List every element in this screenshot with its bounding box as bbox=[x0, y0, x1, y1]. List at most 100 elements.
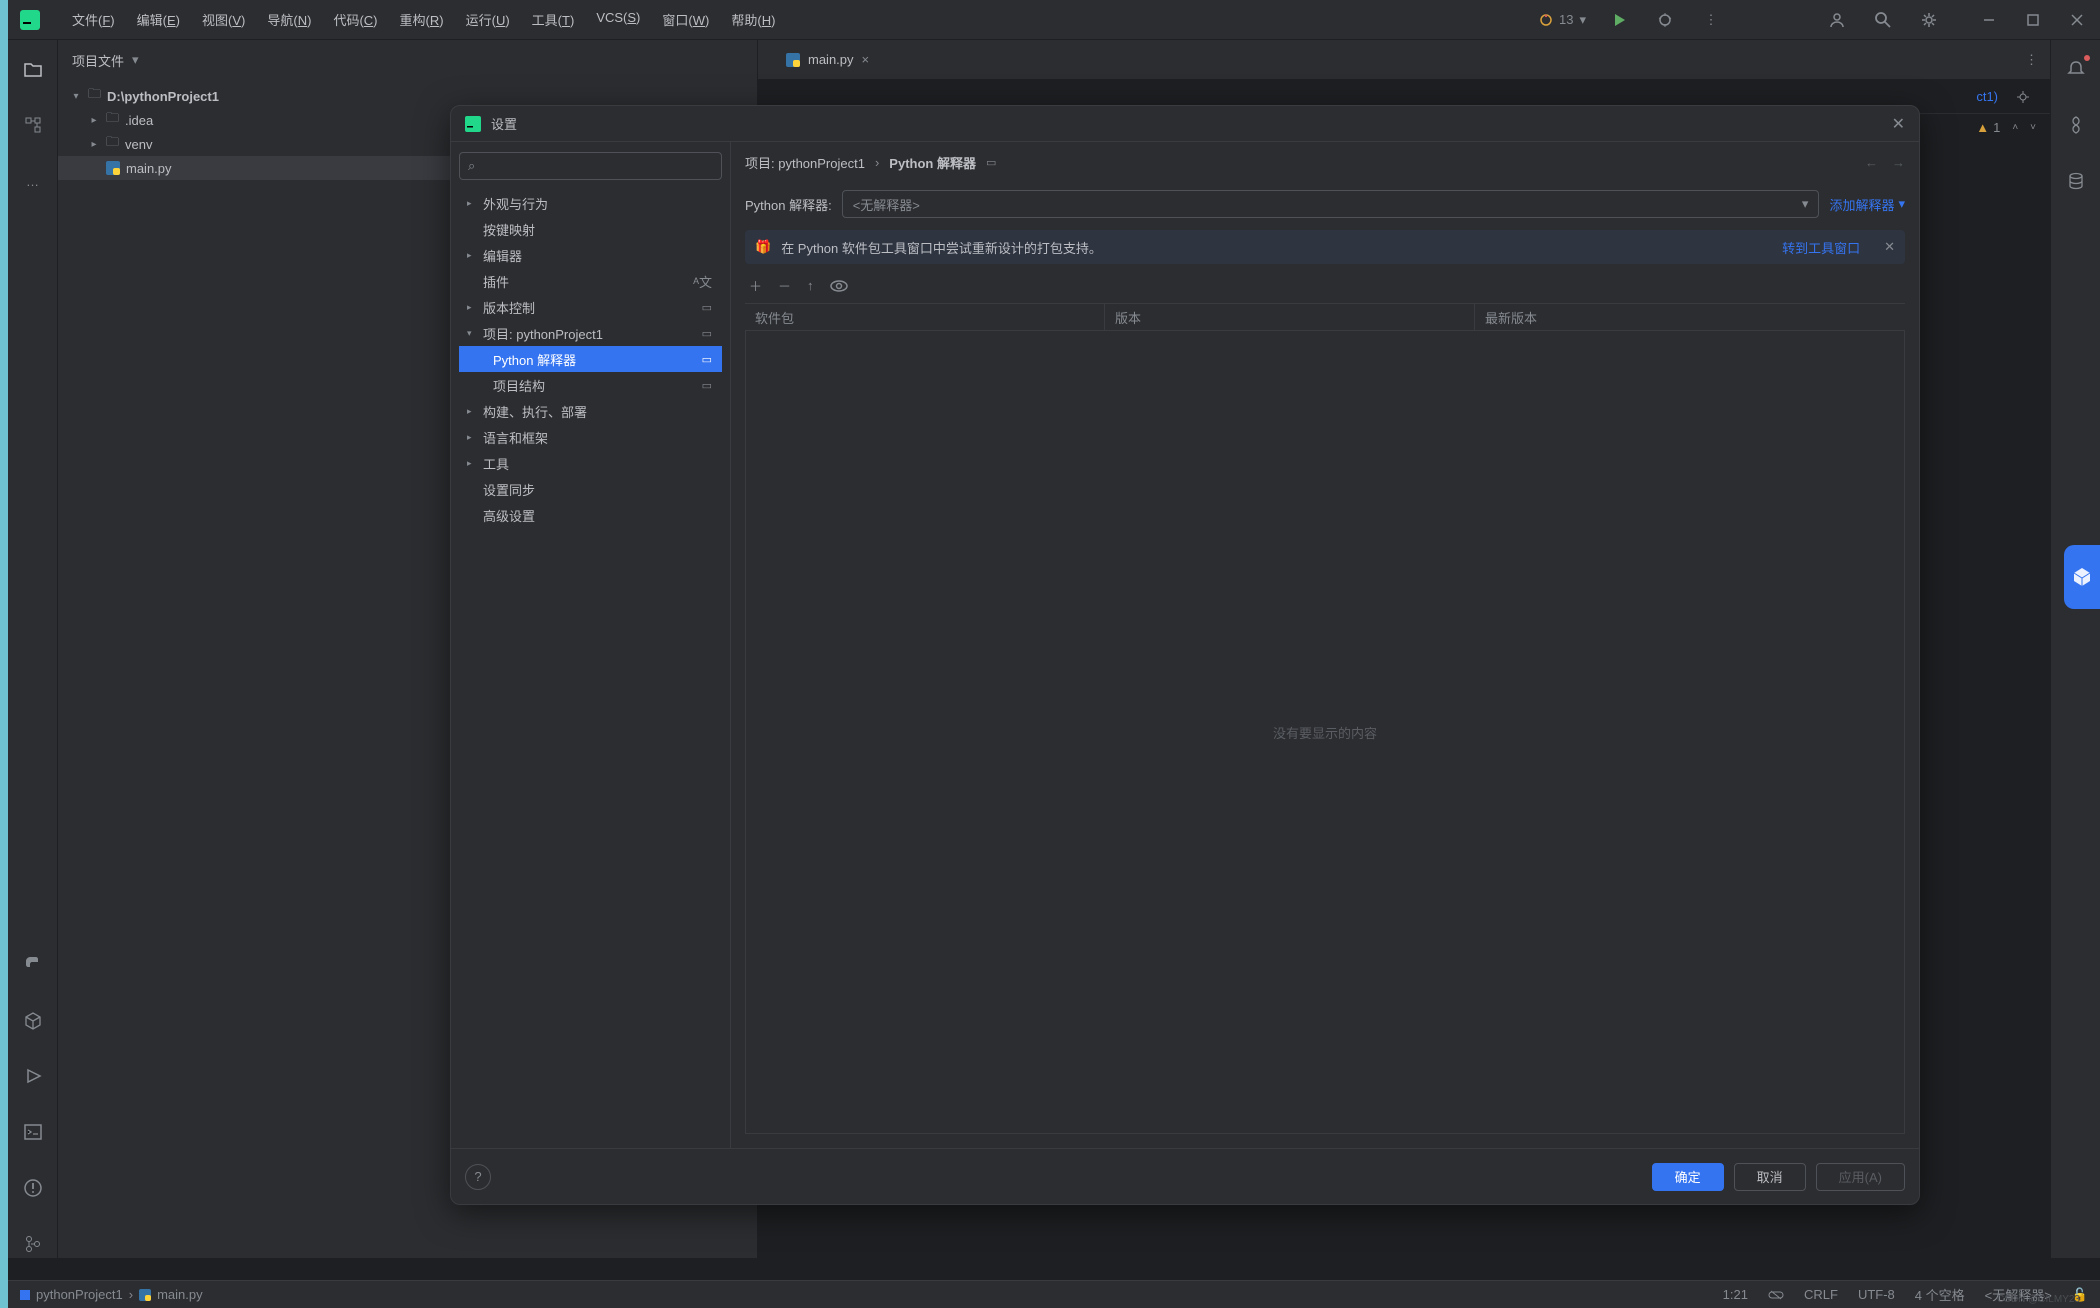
status-indent[interactable]: 4 个空格 bbox=[1915, 1285, 1965, 1304]
remove-package-icon[interactable]: － bbox=[778, 276, 791, 295]
col-version[interactable]: 版本 bbox=[1105, 304, 1475, 330]
more-icon[interactable]: ⋮ bbox=[1698, 7, 1724, 33]
project-indicator-icon[interactable] bbox=[20, 1290, 30, 1300]
menu-window[interactable]: 窗口(W) bbox=[652, 6, 719, 33]
run-indicator[interactable]: 13 ▾ bbox=[1539, 12, 1586, 28]
crumb-hint[interactable]: ct1) bbox=[1976, 89, 1998, 104]
status-encoding[interactable]: UTF-8 bbox=[1858, 1287, 1895, 1302]
settings-appearance[interactable]: ▸外观与行为 bbox=[459, 190, 722, 216]
debug-button[interactable] bbox=[1652, 7, 1678, 33]
side-tab[interactable] bbox=[2064, 545, 2100, 609]
more-tool[interactable]: … bbox=[19, 167, 47, 195]
project-tool[interactable] bbox=[19, 55, 47, 83]
col-package[interactable]: 软件包 bbox=[745, 304, 1105, 330]
project-panel-header[interactable]: 项目文件 ▾ bbox=[58, 40, 757, 80]
status-line-ending[interactable]: CRLF bbox=[1804, 1287, 1838, 1302]
tab-main[interactable]: main.py × bbox=[776, 40, 879, 79]
breadcrumb-project[interactable]: 项目: pythonProject1 bbox=[745, 153, 865, 172]
settings-plugins[interactable]: 插件ᴬ文 bbox=[459, 268, 722, 294]
close-button[interactable] bbox=[2064, 7, 2090, 33]
gauge-icon bbox=[1539, 13, 1553, 27]
breadcrumb-interpreter: Python 解释器 bbox=[889, 153, 976, 172]
menu-view[interactable]: 视图(V) bbox=[192, 6, 255, 33]
menu-run[interactable]: 运行(U) bbox=[456, 6, 520, 33]
settings-keymap[interactable]: 按键映射 bbox=[459, 216, 722, 242]
col-latest[interactable]: 最新版本 bbox=[1475, 304, 1905, 330]
reader-mode-icon[interactable] bbox=[2010, 84, 2036, 110]
structure-tool[interactable] bbox=[19, 111, 47, 139]
project-scope-icon: ▭ bbox=[702, 327, 712, 340]
vcs-tool[interactable] bbox=[19, 1230, 47, 1258]
cancel-button[interactable]: 取消 bbox=[1734, 1163, 1806, 1191]
project-scope-icon: ▭ bbox=[702, 353, 712, 366]
dialog-close-icon[interactable]: ✕ bbox=[1892, 114, 1905, 134]
settings-icon[interactable] bbox=[1916, 7, 1942, 33]
account-icon[interactable] bbox=[1824, 7, 1850, 33]
menu-refactor[interactable]: 重构(R) bbox=[390, 6, 454, 33]
menu-code[interactable]: 代码(C) bbox=[323, 6, 387, 33]
left-toolbar: … bbox=[8, 40, 58, 1258]
nav-forward-icon[interactable]: → bbox=[1892, 155, 1905, 170]
services-tool[interactable] bbox=[19, 1062, 47, 1090]
settings-search-input[interactable] bbox=[479, 159, 713, 174]
package-table-body: 没有要显示的内容 bbox=[745, 331, 1905, 1134]
settings-languages[interactable]: ▸语言和框架 bbox=[459, 424, 722, 450]
settings-project[interactable]: ▾项目: pythonProject1▭ bbox=[459, 320, 722, 346]
python-file-icon bbox=[786, 53, 800, 67]
problems-tool[interactable] bbox=[19, 1174, 47, 1202]
package-table-header: 软件包 版本 最新版本 bbox=[745, 303, 1905, 331]
settings-sync[interactable]: 设置同步 bbox=[459, 476, 722, 502]
help-button[interactable]: ? bbox=[465, 1164, 491, 1190]
search-icon[interactable] bbox=[1870, 7, 1896, 33]
add-interpreter-link[interactable]: 添加解释器 ▾ bbox=[1829, 195, 1905, 214]
database-tool[interactable] bbox=[2062, 167, 2090, 195]
settings-tools[interactable]: ▸工具 bbox=[459, 450, 722, 476]
run-button[interactable] bbox=[1606, 7, 1632, 33]
upgrade-package-icon[interactable]: ↑ bbox=[807, 278, 814, 293]
settings-structure[interactable]: 项目结构▭ bbox=[459, 372, 722, 398]
search-icon: ⌕ bbox=[468, 158, 475, 174]
ok-button[interactable]: 确定 bbox=[1652, 1163, 1724, 1191]
status-file[interactable]: main.py bbox=[157, 1287, 203, 1302]
banner-close-icon[interactable]: ✕ bbox=[1884, 239, 1895, 255]
folder-icon: 🗀 bbox=[88, 85, 101, 107]
ai-tool[interactable] bbox=[2062, 111, 2090, 139]
tab-close-icon[interactable]: × bbox=[862, 52, 870, 67]
settings-breadcrumb: 项目: pythonProject1 › Python 解释器 ▭ ←→ bbox=[731, 142, 1919, 182]
nav-back-icon[interactable]: ← bbox=[1865, 155, 1878, 170]
maximize-button[interactable] bbox=[2020, 7, 2046, 33]
show-early-icon[interactable] bbox=[830, 280, 848, 292]
settings-editor[interactable]: ▸编辑器 bbox=[459, 242, 722, 268]
minimize-button[interactable] bbox=[1976, 7, 2002, 33]
tabs-more-icon[interactable]: ⋮ bbox=[2025, 52, 2038, 68]
chevron-down-icon[interactable]: ˅ bbox=[2030, 122, 2036, 133]
interpreter-combo[interactable]: <无解释器>▾ bbox=[842, 190, 1820, 218]
chevron-up-icon[interactable]: ˄ bbox=[2012, 122, 2018, 133]
settings-interpreter[interactable]: Python 解释器▭ bbox=[459, 346, 722, 372]
warning-badge[interactable]: ▲1 bbox=[1976, 120, 2000, 135]
status-position[interactable]: 1:21 bbox=[1723, 1287, 1748, 1302]
menu-navigate[interactable]: 导航(N) bbox=[257, 6, 321, 33]
menu-help[interactable]: 帮助(H) bbox=[721, 6, 785, 33]
python-console-tool[interactable] bbox=[19, 950, 47, 978]
menu-vcs[interactable]: VCS(S) bbox=[586, 6, 650, 33]
apply-button[interactable]: 应用(A) bbox=[1816, 1163, 1905, 1191]
status-project[interactable]: pythonProject1 bbox=[36, 1287, 123, 1302]
terminal-tool[interactable] bbox=[19, 1118, 47, 1146]
menu-tools[interactable]: 工具(T) bbox=[522, 6, 585, 33]
settings-advanced[interactable]: 高级设置 bbox=[459, 502, 722, 528]
translate-icon: ᴬ文 bbox=[693, 272, 712, 291]
menu-file[interactable]: 文件(F) bbox=[62, 6, 125, 33]
folder-icon: 🗀 bbox=[106, 109, 119, 131]
settings-build[interactable]: ▸构建、执行、部署 bbox=[459, 398, 722, 424]
banner-link[interactable]: 转到工具窗口 bbox=[1782, 238, 1860, 257]
settings-vcs[interactable]: ▸版本控制▭ bbox=[459, 294, 722, 320]
chevron-down-icon: ▾ bbox=[1898, 196, 1905, 212]
add-package-icon[interactable]: ＋ bbox=[749, 276, 762, 295]
empty-text: 没有要显示的内容 bbox=[1273, 723, 1377, 742]
notifications-tool[interactable] bbox=[2062, 55, 2090, 83]
menu-edit[interactable]: 编辑(E) bbox=[127, 6, 190, 33]
settings-search[interactable]: ⌕ bbox=[459, 152, 722, 180]
toggle-icon[interactable] bbox=[1768, 1289, 1784, 1301]
packages-tool[interactable] bbox=[19, 1006, 47, 1034]
